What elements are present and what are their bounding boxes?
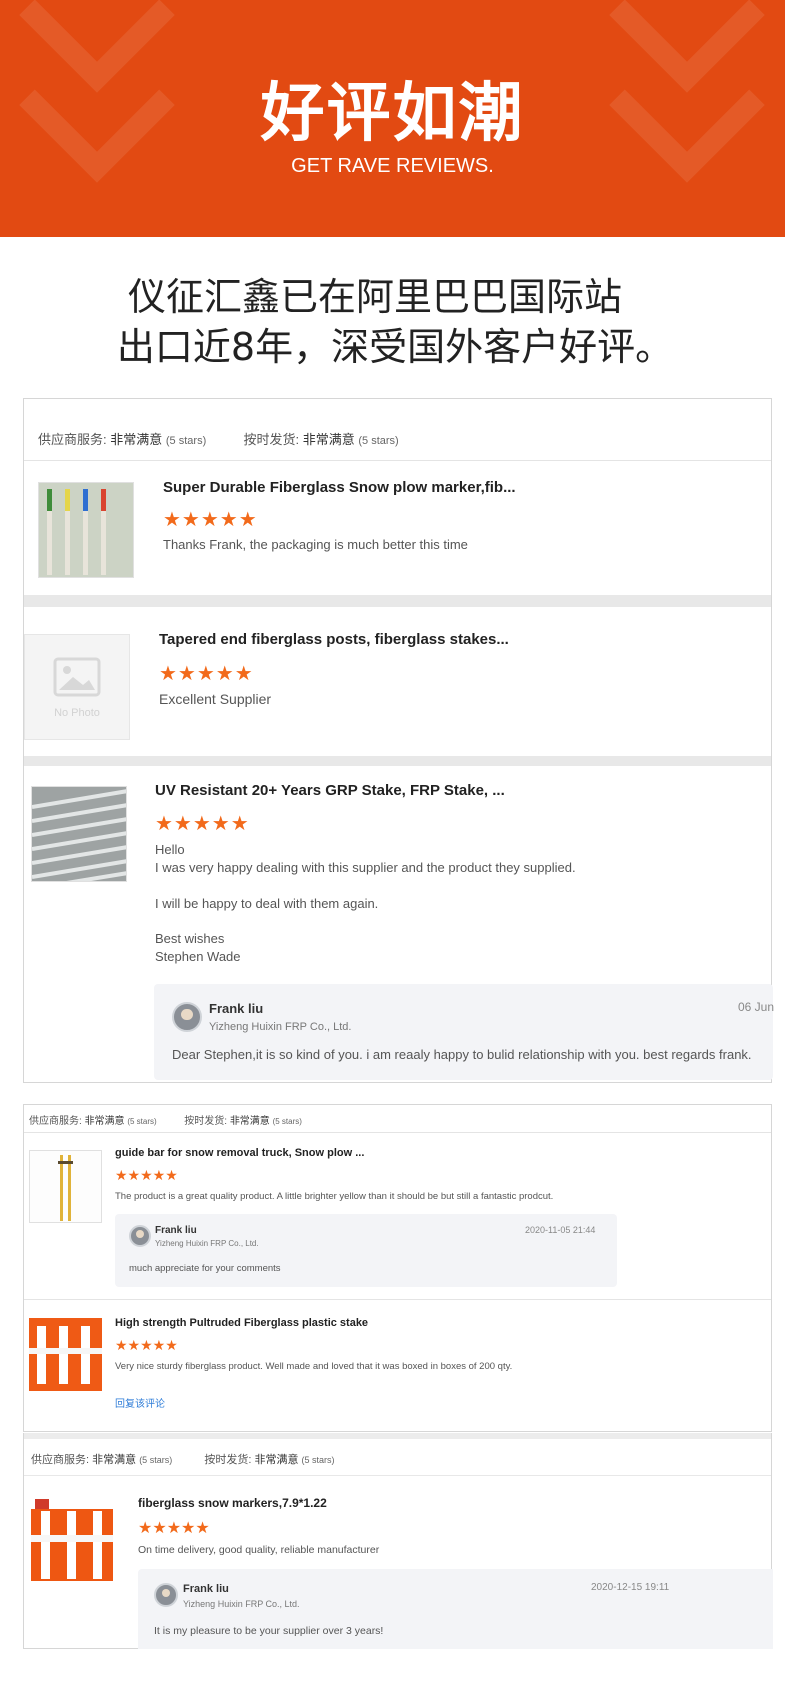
star-rating: ★★★★★ <box>115 1167 178 1183</box>
review-text: Very nice sturdy fiberglass product. Wel… <box>115 1361 513 1372</box>
service-label: 供应商服务: <box>38 432 107 447</box>
star-rating: ★★★★★ <box>159 663 254 685</box>
service-stars: (5 stars) <box>127 1117 157 1126</box>
product-thumbnail[interactable] <box>29 1150 102 1223</box>
star-rating: ★★★★★ <box>138 1520 210 1537</box>
delivery-value: 非常满意 <box>229 1116 270 1127</box>
service-value: 非常满意 <box>110 432 163 447</box>
product-thumbnail[interactable] <box>38 482 134 578</box>
reply-company: Yizheng Huixin FRP Co., Ltd. <box>209 1021 352 1033</box>
service-value: 非常满意 <box>84 1116 125 1127</box>
review-title[interactable]: Tapered end fiberglass posts, fiberglass… <box>159 631 509 648</box>
supplier-reply: Frank liu Yizheng Huixin FRP Co., Ltd. 2… <box>115 1214 617 1287</box>
review-text: On time delivery, good quality, reliable… <box>138 1544 380 1556</box>
service-stars: (5 stars) <box>165 435 207 447</box>
delivery-value: 非常满意 <box>302 432 355 447</box>
avatar <box>129 1225 151 1247</box>
review-title[interactable]: guide bar for snow removal truck, Snow p… <box>115 1147 364 1159</box>
grp-stakes-image <box>32 787 126 881</box>
reply-company: Yizheng Huixin FRP Co., Ltd. <box>183 1599 300 1609</box>
service-label: 供应商服务: <box>31 1454 90 1466</box>
delivery-label: 按时发货: <box>204 1454 252 1466</box>
delivery-label: 按时发货: <box>243 432 300 447</box>
reply-date: 2020-12-15 19:11 <box>591 1582 670 1593</box>
banner-title: 好评如潮 <box>260 77 525 151</box>
reply-text: much appreciate for your comments <box>129 1263 281 1274</box>
rating-summary: 供应商服务: 非常满意 (5 stars) 按时发货: 非常满意 (5 star… <box>29 1112 302 1127</box>
service-label: 供应商服务: <box>29 1116 82 1127</box>
guide-bar-image <box>58 1155 73 1221</box>
supplier-reply: Frank liu Yizheng Huixin FRP Co., Ltd. 2… <box>138 1569 773 1649</box>
star-rating: ★★★★★ <box>115 1337 178 1353</box>
review-text: Thanks Frank, the packaging is much bett… <box>163 537 468 552</box>
reply-author: Frank liu <box>209 1001 264 1016</box>
headline: 仪征汇鑫已在阿里巴巴国际站 出口近8年，深受国外客户好评。 <box>0 272 790 372</box>
reply-author: Frank liu <box>183 1583 229 1595</box>
product-thumbnail[interactable] <box>29 1318 102 1391</box>
divider <box>24 1299 771 1300</box>
reply-company: Yizheng Huixin FRP Co., Ltd. <box>155 1239 259 1248</box>
no-photo-placeholder: No Photo <box>24 634 130 740</box>
product-thumbnail[interactable] <box>31 786 127 882</box>
header-banner: 好评如潮 GET RAVE REVIEWS. <box>0 0 785 237</box>
star-rating: ★★★★★ <box>163 509 258 531</box>
divider <box>24 460 771 461</box>
review-line: I was very happy dealing with this suppl… <box>155 860 576 875</box>
divider <box>24 1475 771 1476</box>
reply-text: It is my pleasure to be your supplier ov… <box>154 1625 384 1637</box>
service-stars: (5 stars) <box>139 1455 173 1465</box>
star-rating: ★★★★★ <box>155 813 250 835</box>
snow-marker-rods-image <box>47 489 106 575</box>
delivery-stars: (5 stars) <box>272 1117 302 1126</box>
service-value: 非常满意 <box>92 1454 137 1466</box>
divider <box>24 1132 771 1133</box>
review-panel-3: 供应商服务: 非常满意 (5 stars) 按时发货: 非常满意 (5 star… <box>23 1433 773 1649</box>
review-title[interactable]: High strength Pultruded Fiberglass plast… <box>115 1317 368 1329</box>
review-text: Excellent Supplier <box>159 691 272 707</box>
banner-subtitle: GET RAVE REVIEWS. <box>291 155 494 177</box>
headline-line-2: 出口近8年，深受国外客户好评。 <box>116 325 674 369</box>
reply-date: 06 Jun <box>738 1000 775 1014</box>
rating-summary: 供应商服务: 非常满意 (5 stars) 按时发货: 非常满意 (5 star… <box>31 1451 335 1467</box>
review-title[interactable]: Super Durable Fiberglass Snow plow marke… <box>163 479 516 496</box>
section-divider <box>24 595 771 607</box>
review-panel-2: 供应商服务: 非常满意 (5 stars) 按时发货: 非常满意 (5 star… <box>23 1104 772 1432</box>
delivery-stars: (5 stars) <box>301 1455 335 1465</box>
snow-marker-image <box>31 1499 113 1581</box>
reply-date: 2020-11-05 21:44 <box>525 1225 596 1235</box>
section-divider <box>24 1433 771 1439</box>
delivery-label: 按时发货: <box>184 1116 228 1127</box>
delivery-stars: (5 stars) <box>358 435 399 447</box>
supplier-reply: Frank liu Yizheng Huixin FRP Co., Ltd. 0… <box>154 984 775 1080</box>
review-line: Best wishes <box>155 931 225 946</box>
review-title[interactable]: UV Resistant 20+ Years GRP Stake, FRP St… <box>155 782 505 799</box>
avatar <box>172 1002 202 1032</box>
headline-line-1: 仪征汇鑫已在阿里巴巴国际站 <box>127 275 622 319</box>
review-panel-1: 供应商服务: 非常满意 (5 stars) 按时发货: 非常满意 (5 star… <box>23 398 775 1083</box>
reply-to-review-link[interactable]: 回复该评论 <box>115 1395 165 1410</box>
no-photo-label: No Photo <box>54 707 100 719</box>
section-divider <box>24 756 771 766</box>
avatar <box>154 1583 178 1607</box>
review-line: I will be happy to deal with them again. <box>155 896 379 911</box>
reply-author: Frank liu <box>155 1225 197 1236</box>
review-title[interactable]: fiberglass snow markers,7.9*1.22 <box>138 1496 327 1510</box>
review-line: Hello <box>155 842 185 857</box>
rating-summary: 供应商服务: 非常满意 (5 stars) 按时发货: 非常满意 (5 star… <box>38 429 399 448</box>
image-placeholder-icon <box>53 657 101 697</box>
review-line: Stephen Wade <box>155 949 241 964</box>
plastic-stake-image <box>29 1318 102 1391</box>
delivery-value: 非常满意 <box>254 1454 299 1466</box>
product-thumbnail[interactable] <box>31 1499 113 1581</box>
review-text: The product is a great quality product. … <box>115 1191 554 1202</box>
reply-text: Dear Stephen,it is so kind of you. i am … <box>172 1047 752 1062</box>
